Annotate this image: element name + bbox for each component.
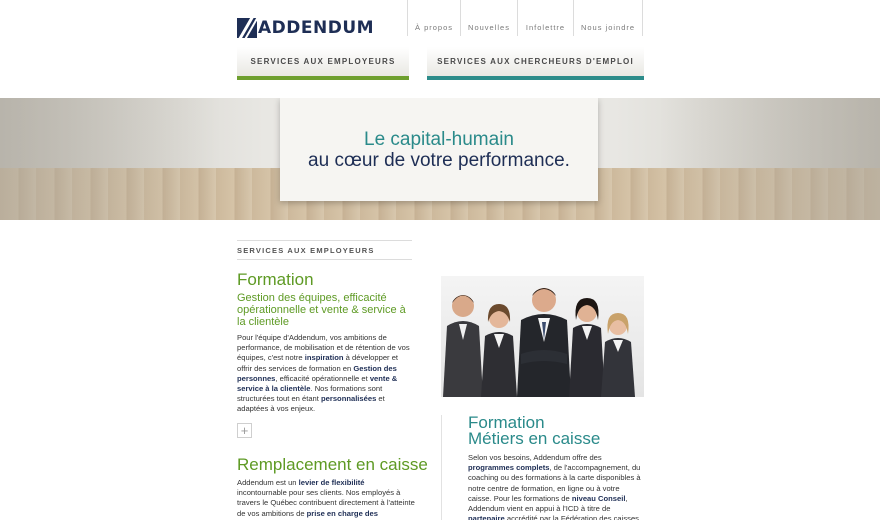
emphasis-link[interactable]: levier de flexibilité	[299, 478, 365, 487]
expand-plus-button[interactable]: +	[237, 423, 252, 438]
metiers-heading-line2: Métiers en caisse	[468, 429, 601, 448]
formation-heading[interactable]: Formation	[237, 270, 314, 290]
emphasis-link[interactable]: personnalisées	[321, 394, 376, 403]
employers-services-button[interactable]: SERVICES AUX EMPLOYEURS	[237, 47, 409, 80]
text-run: accrédité par la Fédération des caisses	[504, 514, 639, 520]
job-seekers-services-button[interactable]: SERVICES AUX CHERCHEURS D'EMPLOI	[427, 47, 644, 80]
nav-item-nous-joindre[interactable]: Nous joindre	[573, 0, 643, 36]
team-photo	[441, 276, 644, 397]
column-divider	[441, 415, 442, 520]
hero-tagline-line1: Le capital-humain	[364, 128, 514, 150]
metiers-heading[interactable]: Formation Métiers en caisse	[468, 414, 601, 448]
formation-subheading: Gestion des équipes, efficacité opératio…	[237, 292, 406, 328]
formation-description: Pour l'équipe d'Addendum, vos ambitions …	[237, 333, 415, 415]
nav-item-nouvelles[interactable]: Nouvelles	[460, 0, 517, 36]
hero-tagline-card: Le capital-humain au cœur de votre perfo…	[280, 98, 598, 201]
emphasis-link[interactable]: inspiration	[305, 353, 344, 362]
nav-item-infolettre[interactable]: Infolettre	[517, 0, 573, 36]
text-run: , efficacité opérationnelle et	[275, 373, 370, 383]
team-photo-illustration	[441, 276, 644, 397]
page: ADDENDUM À propos Nouvelles Infolettre N…	[0, 0, 880, 520]
emphasis-link[interactable]: programmes complets	[468, 463, 549, 472]
hero-tagline-line2: au cœur de votre performance.	[308, 149, 570, 171]
remplacement-heading[interactable]: Remplacement en caisse	[237, 455, 428, 475]
metiers-description: Selon vos besoins, Addendum offre des pr…	[468, 453, 644, 520]
text-run: Selon vos besoins, Addendum offre des	[468, 453, 602, 462]
remplacement-description: Addendum est un levier de flexibilité in…	[237, 478, 415, 519]
emphasis-link[interactable]: prise en charge des	[307, 509, 378, 518]
top-navigation: À propos Nouvelles Infolettre Nous joind…	[407, 0, 643, 36]
hero-banner: Le capital-humain au cœur de votre perfo…	[0, 98, 880, 220]
addendum-logo[interactable]: ADDENDUM	[237, 18, 374, 38]
nav-item-a-propos[interactable]: À propos	[407, 0, 460, 36]
logo-mark-icon	[237, 18, 257, 38]
logo-text: ADDENDUM	[258, 18, 375, 38]
text-run: Addendum est un	[237, 478, 299, 487]
section-label: SERVICES AUX EMPLOYEURS	[237, 240, 412, 260]
emphasis-link[interactable]: niveau Conseil	[572, 494, 626, 503]
emphasis-link[interactable]: partenaire	[468, 514, 505, 520]
